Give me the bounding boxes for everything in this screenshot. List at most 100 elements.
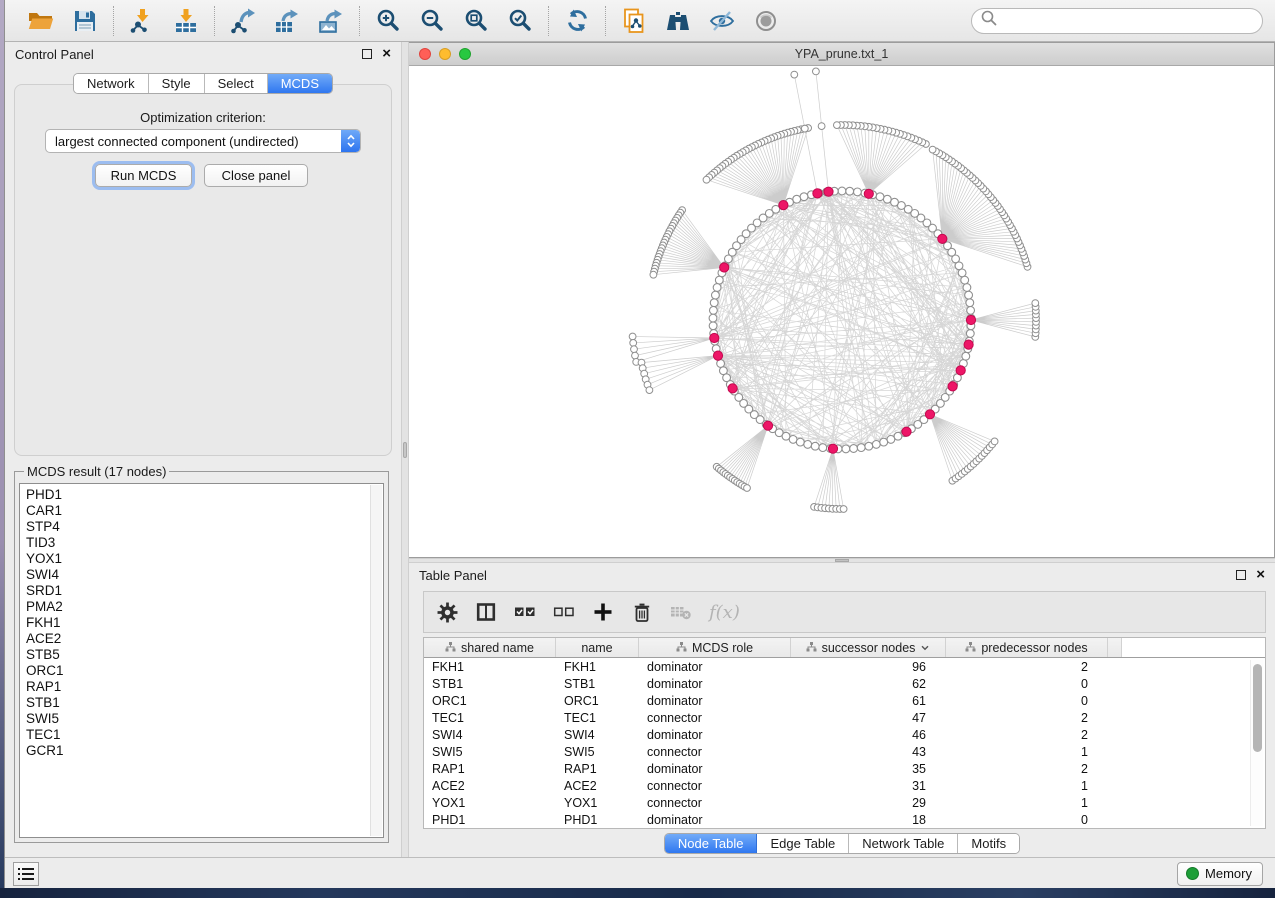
ring-node[interactable] (967, 307, 975, 315)
ring-node[interactable] (789, 436, 797, 444)
mcds-result-item[interactable]: SWI5 (26, 711, 383, 727)
splitter-handle[interactable] (835, 559, 849, 562)
dominator-node[interactable] (779, 201, 788, 210)
column-header-name[interactable]: name (556, 638, 639, 657)
ring-node[interactable] (857, 444, 865, 452)
satellite-node[interactable] (703, 176, 710, 183)
ring-node[interactable] (838, 187, 846, 195)
ring-node[interactable] (876, 193, 884, 201)
mcds-result-item[interactable]: STB1 (26, 695, 383, 711)
dominator-node[interactable] (720, 263, 729, 272)
column-header-shared-name[interactable]: shared name (424, 638, 556, 657)
dominator-node[interactable] (925, 410, 934, 419)
refresh-icon[interactable] (563, 7, 591, 35)
table-row[interactable]: ACE2ACE2connector311 (424, 777, 1265, 794)
mcds-result-item[interactable]: SRD1 (26, 583, 383, 599)
network-graph[interactable] (409, 66, 1274, 555)
ring-node[interactable] (800, 193, 808, 201)
tab-style[interactable]: Style (149, 74, 205, 93)
zoom-in-icon[interactable] (374, 7, 402, 35)
export-image-icon[interactable] (317, 7, 345, 35)
ring-node[interactable] (717, 360, 725, 368)
dominator-node[interactable] (948, 382, 957, 391)
ring-node[interactable] (846, 187, 854, 195)
dominator-node[interactable] (828, 444, 837, 453)
ring-node[interactable] (710, 299, 718, 307)
splitter-handle[interactable] (403, 442, 407, 458)
dominator-node[interactable] (964, 340, 973, 349)
mcds-result-item[interactable]: PMA2 (26, 599, 383, 615)
dominator-node[interactable] (763, 421, 772, 430)
find-binoculars-icon[interactable] (664, 7, 692, 35)
zoom-fit-icon[interactable] (462, 7, 490, 35)
mcds-result-item[interactable]: ORC1 (26, 663, 383, 679)
ring-node[interactable] (880, 438, 888, 446)
mcds-result-item[interactable]: YOX1 (26, 551, 383, 567)
satellite-node[interactable] (801, 125, 808, 132)
mcds-result-item[interactable]: FKH1 (26, 615, 383, 631)
dominator-node[interactable] (713, 351, 722, 360)
satellite-node[interactable] (991, 438, 998, 445)
table-row[interactable]: PHD1PHD1dominator180 (424, 811, 1265, 828)
duplicate-network-icon[interactable] (620, 7, 648, 35)
memory-button[interactable]: Memory (1177, 862, 1263, 886)
satellite-node[interactable] (629, 333, 636, 340)
ring-node[interactable] (872, 441, 880, 449)
fit-columns-icon[interactable] (475, 601, 497, 623)
column-header-predecessor-nodes[interactable]: predecessor nodes (946, 638, 1108, 657)
mcds-result-item[interactable]: CAR1 (26, 503, 383, 519)
node-table[interactable]: shared namenameMCDS rolesuccessor nodesp… (423, 637, 1266, 829)
tab-edge-table[interactable]: Edge Table (757, 834, 849, 853)
table-row[interactable]: STB1STB1dominator620 (424, 675, 1265, 692)
mcds-result-list[interactable]: PHD1CAR1STP4TID3YOX1SWI4SRD1PMA2FKH1ACE2… (19, 483, 384, 838)
ring-node[interactable] (963, 284, 971, 292)
ring-node[interactable] (715, 276, 723, 284)
ring-node[interactable] (850, 445, 858, 453)
deselect-all-rows-icon[interactable] (553, 601, 575, 623)
satellite-node[interactable] (840, 506, 847, 513)
satellite-node[interactable] (650, 271, 657, 278)
table-row[interactable]: ORC1ORC1dominator610 (424, 692, 1265, 709)
satellite-node[interactable] (813, 68, 820, 75)
ring-node[interactable] (966, 299, 974, 307)
tab-network[interactable]: Network (74, 74, 149, 93)
satellite-node[interactable] (1032, 300, 1039, 307)
dominator-node[interactable] (728, 384, 737, 393)
float-panel-icon[interactable] (1236, 570, 1246, 580)
run-mcds-button[interactable]: Run MCDS (95, 164, 192, 187)
tab-node-table[interactable]: Node Table (665, 834, 758, 853)
ring-node[interactable] (793, 195, 801, 203)
tab-mcds[interactable]: MCDS (268, 74, 332, 93)
mcds-result-item[interactable]: STB5 (26, 647, 383, 663)
mcds-list-scrollbar[interactable] (370, 485, 382, 836)
export-network-icon[interactable] (229, 7, 257, 35)
show-graphics-eye-icon[interactable] (752, 7, 780, 35)
satellite-node[interactable] (630, 340, 637, 347)
column-header-mcds-role[interactable]: MCDS role (639, 638, 791, 657)
mcds-result-item[interactable]: SWI4 (26, 567, 383, 583)
mcds-result-item[interactable]: RAP1 (26, 679, 383, 695)
vertical-splitter[interactable] (401, 42, 409, 857)
add-column-icon[interactable] (592, 601, 614, 623)
ring-node[interactable] (961, 276, 969, 284)
open-file-icon[interactable] (27, 7, 55, 35)
dominator-node[interactable] (864, 189, 873, 198)
export-table-icon[interactable] (273, 7, 301, 35)
dominator-node[interactable] (813, 189, 822, 198)
satellite-node[interactable] (818, 123, 825, 130)
table-row[interactable]: RAP1RAP1dominator352 (424, 760, 1265, 777)
table-row[interactable]: SWI4SWI4dominator462 (424, 726, 1265, 743)
table-row[interactable]: FKH1FKH1dominator962 (424, 658, 1265, 675)
mcds-result-item[interactable]: STP4 (26, 519, 383, 535)
close-panel-icon[interactable]: × (1256, 570, 1265, 580)
mcds-result-item[interactable]: GCR1 (26, 743, 383, 759)
import-network-icon[interactable] (128, 7, 156, 35)
column-header-successor-nodes[interactable]: successor nodes (791, 638, 946, 657)
satellite-node[interactable] (791, 71, 798, 78)
task-history-button[interactable] (13, 862, 39, 886)
ring-node[interactable] (709, 322, 717, 330)
dominator-node[interactable] (938, 234, 947, 243)
search-input[interactable] (1002, 11, 1262, 31)
table-row[interactable]: YOX1YOX1connector291 (424, 794, 1265, 811)
close-panel-button[interactable]: Close panel (204, 164, 308, 187)
